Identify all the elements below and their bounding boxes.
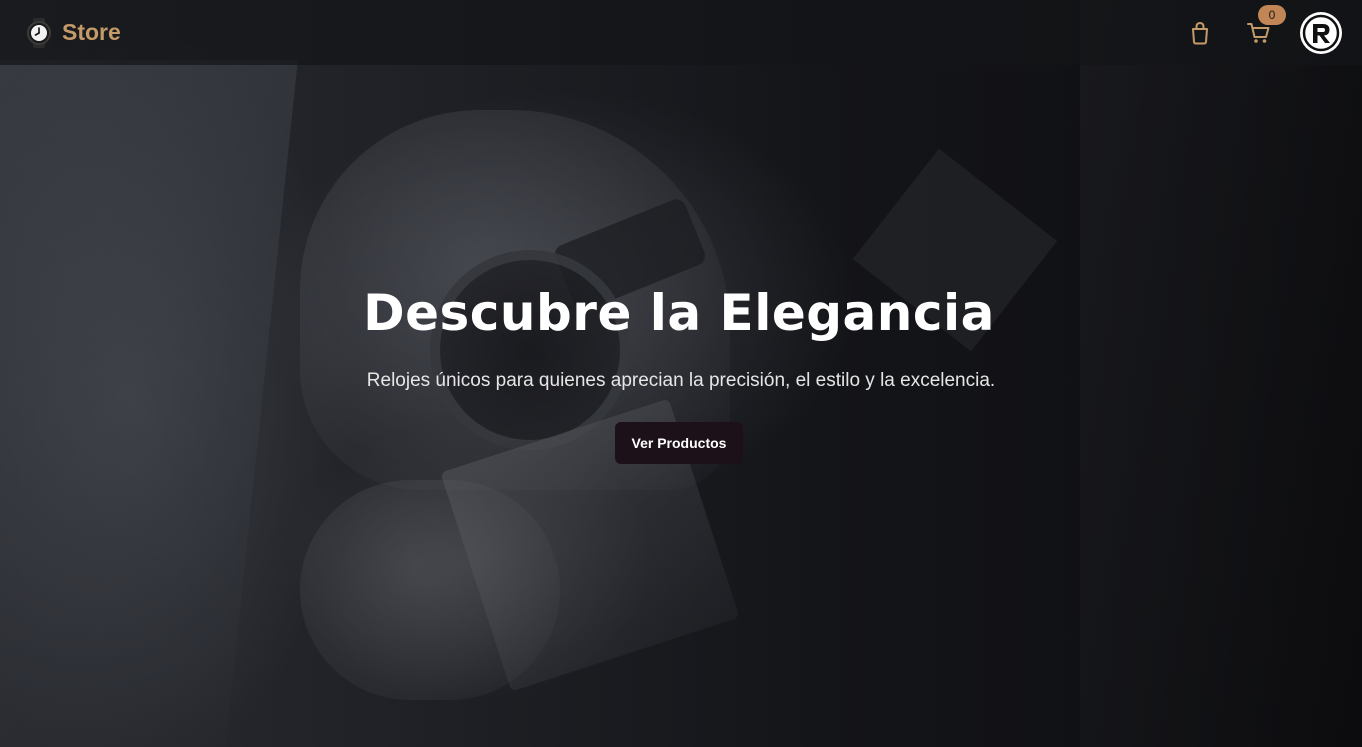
- hero-title: Descubre la Elegancia: [363, 284, 995, 342]
- shopping-cart-icon: [1247, 22, 1270, 43]
- cart-count-badge: 0: [1258, 4, 1286, 25]
- nav-actions: 0: [1186, 4, 1342, 54]
- r-logo-avatar-icon: [1302, 14, 1340, 51]
- top-navbar: Store 0: [0, 0, 1362, 65]
- hero-content: Descubre la Elegancia Relojes únicos par…: [0, 284, 1362, 464]
- hero-subtitle: Relojes únicos para quienes aprecian la …: [366, 370, 996, 391]
- brand-name: Store: [62, 19, 121, 45]
- watch-icon: [27, 17, 51, 48]
- user-avatar[interactable]: [1300, 11, 1342, 54]
- bag-button[interactable]: [1186, 19, 1214, 47]
- brand-link[interactable]: Store: [26, 17, 121, 48]
- photo-hand: [300, 480, 560, 700]
- shopping-bag-icon: [1192, 21, 1208, 44]
- view-products-button[interactable]: Ver Productos: [614, 422, 744, 464]
- cart-button[interactable]: 0: [1244, 4, 1286, 47]
